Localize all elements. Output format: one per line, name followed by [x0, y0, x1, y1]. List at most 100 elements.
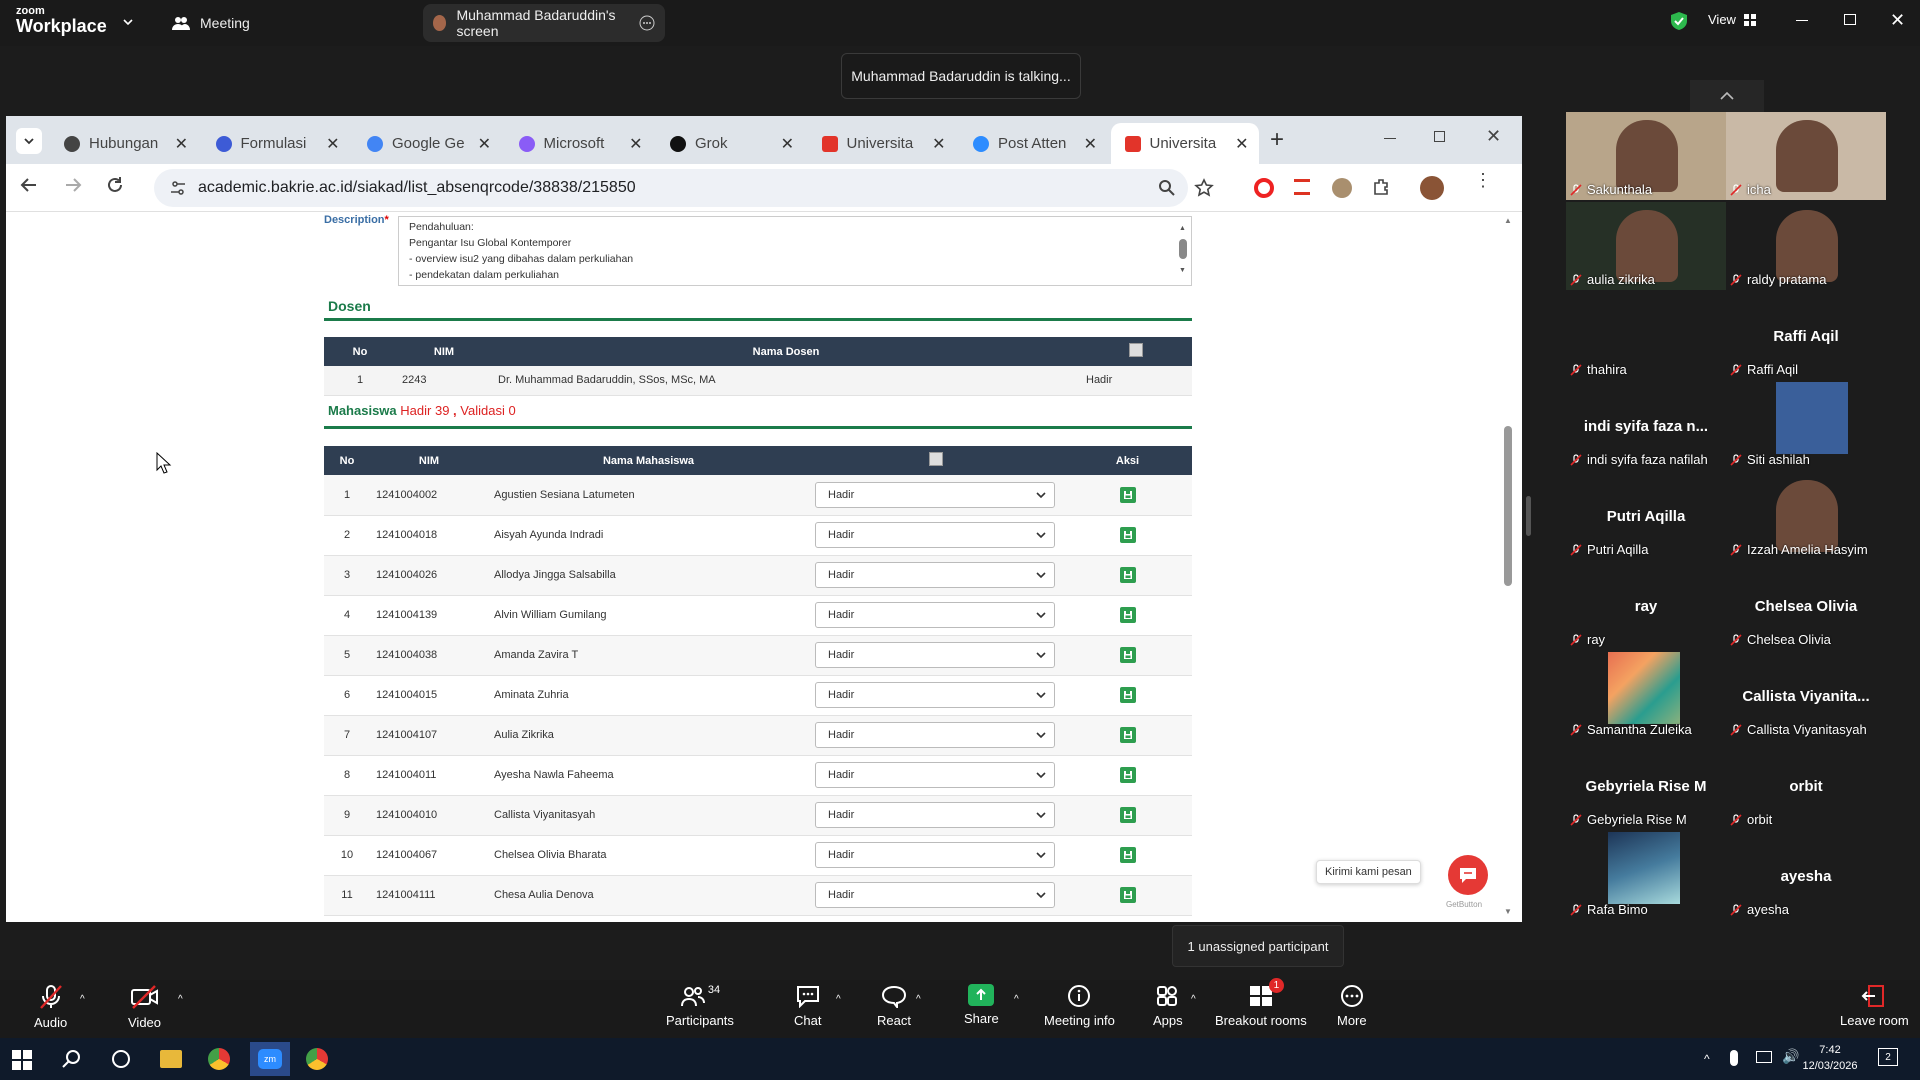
encryption-shield-icon[interactable] [1670, 11, 1688, 31]
browser-tab[interactable]: Grok ✕ [656, 123, 804, 164]
save-button[interactable] [1119, 486, 1136, 503]
network-icon[interactable] [1756, 1051, 1772, 1063]
save-button[interactable] [1119, 607, 1136, 623]
new-tab-button[interactable]: + [1270, 126, 1284, 154]
participant-tile[interactable]: Gebyriela Rise M Gebyriela Rise M [1566, 742, 1726, 830]
save-button[interactable] [1119, 647, 1136, 663]
more-button[interactable]: More [1337, 984, 1367, 1028]
tab-close-icon[interactable]: ✕ [326, 134, 339, 154]
puzzle-extensions-icon[interactable] [1372, 177, 1392, 197]
browser-tab[interactable]: Universita ✕ [808, 123, 956, 164]
panel-resize-handle[interactable] [1526, 496, 1531, 536]
participant-tile[interactable]: thahira [1566, 292, 1726, 380]
share-options-caret[interactable]: ^ [1014, 994, 1019, 1005]
participant-tile[interactable]: Callista Viyanita... Callista Viyanitasya… [1726, 652, 1886, 740]
windows-start-icon[interactable] [12, 1050, 32, 1070]
select-all-checkbox-header[interactable] [1080, 337, 1192, 366]
video-button[interactable]: Video [128, 984, 161, 1030]
attendance-select[interactable]: Hadir [815, 842, 1055, 868]
participant-tile[interactable]: ray ray [1566, 562, 1726, 650]
view-button[interactable]: View [1708, 12, 1756, 27]
chat-options-caret[interactable]: ^ [836, 994, 841, 1005]
scrollbar-thumb[interactable] [1504, 426, 1512, 586]
tab-close-icon[interactable]: ✕ [932, 134, 945, 154]
browser-tab[interactable]: Hubungan ✕ [50, 123, 198, 164]
browser-minimize-icon[interactable] [1384, 138, 1396, 139]
tab-search-button[interactable] [16, 128, 42, 154]
minimize-icon[interactable] [1796, 20, 1808, 21]
tab-close-icon[interactable]: ✕ [781, 134, 794, 154]
save-button[interactable] [1119, 807, 1136, 823]
chat-widget-button[interactable] [1448, 855, 1488, 895]
clock[interactable]: 7:42 12/03/2026 [1800, 1042, 1860, 1074]
save-button[interactable] [1119, 847, 1136, 863]
participant-tile[interactable]: Izzah Amelia Hasyim [1726, 472, 1886, 560]
react-options-caret[interactable]: ^ [916, 994, 921, 1005]
more-options-icon[interactable] [639, 15, 655, 31]
collapse-video-button[interactable] [1690, 80, 1764, 112]
task-view-icon[interactable] [112, 1050, 130, 1068]
apps-options-caret[interactable]: ^ [1191, 994, 1196, 1005]
save-button[interactable] [1119, 767, 1136, 783]
participant-tile[interactable]: orbit orbit [1726, 742, 1886, 830]
forward-icon[interactable] [64, 176, 82, 194]
tab-close-icon[interactable]: ✕ [1084, 134, 1097, 154]
extension-icon[interactable] [1294, 179, 1310, 195]
participant-tile[interactable]: Raffi Aqil Raffi Aqil [1726, 292, 1886, 380]
browser-tab[interactable]: Formulasi ✕ [202, 123, 350, 164]
apps-button[interactable]: Apps [1153, 984, 1183, 1028]
attendance-select[interactable]: Hadir [815, 602, 1055, 628]
restore-icon[interactable] [1844, 14, 1856, 25]
share-button[interactable]: Share [964, 984, 999, 1026]
participant-tile[interactable]: Chelsea Olivia Chelsea Olivia [1726, 562, 1886, 650]
attendance-select[interactable]: Hadir [815, 682, 1055, 708]
participant-tile[interactable]: aulia zikrika [1566, 202, 1726, 290]
kebab-menu-icon[interactable]: ⋮ [1474, 171, 1492, 189]
browser-tab[interactable]: Universita ✕ [1110, 123, 1259, 164]
url-field[interactable]: academic.bakrie.ac.id/siakad/list_absenq… [154, 169, 1214, 207]
meeting-info-button[interactable]: Meeting info [1044, 984, 1115, 1028]
zoom-magnifier-icon[interactable] [1158, 179, 1176, 197]
video-options-caret[interactable]: ^ [178, 994, 183, 1005]
participant-tile[interactable]: indi syifa faza n... indi syifa faza nafi… [1566, 382, 1726, 470]
meeting-tab[interactable]: Meeting [172, 0, 250, 46]
participant-tile[interactable]: icha [1726, 112, 1886, 200]
extension-avatar-icon[interactable] [1332, 178, 1352, 198]
react-button[interactable]: React [877, 984, 911, 1028]
breakout-rooms-button[interactable]: 1 Breakout rooms [1215, 978, 1307, 1028]
participant-tile[interactable]: Samantha Zuleika [1566, 652, 1726, 740]
attendance-select[interactable]: Hadir [815, 762, 1055, 788]
attendance-select[interactable]: Hadir [815, 522, 1055, 548]
tab-close-icon[interactable]: ✕ [1235, 134, 1248, 154]
volume-icon[interactable]: 🔊 [1782, 1048, 1799, 1065]
chat-button[interactable]: Chat [794, 984, 821, 1028]
participant-tile[interactable]: ayesha ayesha [1726, 832, 1886, 920]
textarea-scrollbar[interactable]: ▲ ▼ [1179, 221, 1187, 279]
search-icon[interactable] [62, 1049, 82, 1069]
tab-close-icon[interactable]: ✕ [478, 134, 491, 154]
zoom-app-icon[interactable]: zm [250, 1042, 290, 1076]
select-all-checkbox-header[interactable] [809, 446, 1063, 475]
close-icon[interactable]: ✕ [1890, 10, 1905, 31]
tab-close-icon[interactable]: ✕ [175, 134, 188, 154]
audio-options-caret[interactable]: ^ [80, 994, 85, 1005]
participant-tile[interactable]: Putri Aqilla Putri Aqilla [1566, 472, 1726, 560]
browser-restore-icon[interactable] [1434, 131, 1445, 142]
browser-close-icon[interactable]: ✕ [1486, 126, 1501, 147]
save-button[interactable] [1119, 687, 1136, 703]
attendance-select[interactable]: Hadir [815, 882, 1055, 908]
notification-center-icon[interactable]: 2 [1878, 1048, 1898, 1066]
chat-widget-prompt[interactable]: Kirimi kami pesan [1316, 860, 1421, 884]
save-button[interactable] [1119, 887, 1136, 903]
chrome-icon[interactable] [208, 1048, 230, 1070]
select-all-checkbox[interactable] [1129, 343, 1143, 357]
tab-close-icon[interactable]: ✕ [629, 134, 642, 154]
chevron-down-icon[interactable] [122, 16, 134, 28]
browser-tab[interactable]: Post Atten ✕ [959, 123, 1107, 164]
browser-tab[interactable]: Microsoft ✕ [505, 123, 653, 164]
attendance-select[interactable]: Hadir [815, 802, 1055, 828]
participant-tile[interactable]: Siti ashilah [1726, 382, 1886, 470]
shared-screen-tab[interactable]: Muhammad Badaruddin's screen [423, 4, 665, 42]
attendance-select[interactable]: Hadir [815, 481, 1055, 508]
attendance-select[interactable]: Hadir [815, 642, 1055, 668]
